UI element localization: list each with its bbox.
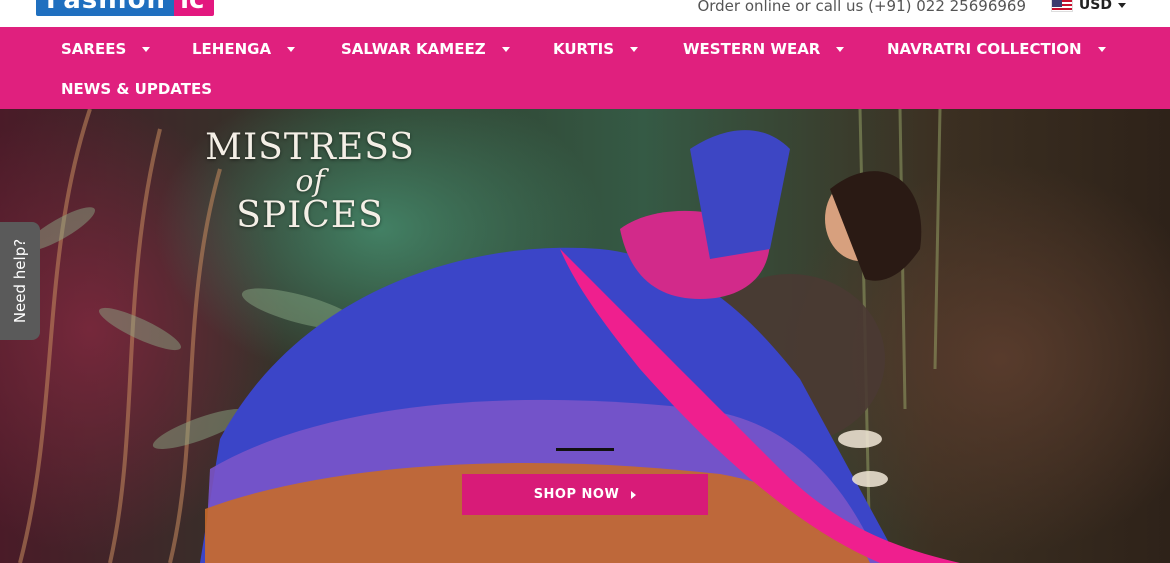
top-bar: Fashion ic Order online or call us (+91)… [0,0,1170,27]
hero-title-line2: of [295,164,325,199]
chevron-down-icon [630,46,639,52]
chevron-down-icon [1118,2,1126,8]
need-help-tab[interactable]: Need help? [0,222,40,340]
chevron-down-icon [836,46,845,52]
chevron-down-icon [287,46,296,52]
currency-selector[interactable]: USD [1050,0,1126,13]
chevron-down-icon [1097,46,1106,52]
nav-item-lehenga[interactable]: LEHENGA [192,40,296,58]
logo-main-text: Fashion [36,0,175,16]
slider-indicator[interactable] [556,448,614,451]
hero-title-line1: MISTRESS [205,127,415,168]
nav-item-label: SAREES [61,40,127,58]
logo-accent-text: ic [174,0,215,16]
site-logo[interactable]: Fashion ic [36,0,215,16]
nav-item-sarees[interactable]: SAREES [61,40,151,58]
chevron-down-icon [142,46,151,52]
nav-item-navratri-collection[interactable]: NAVRATRI COLLECTION [887,40,1106,58]
nav-item-label: SALWAR KAMEEZ [341,40,486,58]
need-help-label: Need help? [11,238,30,324]
nav-item-label: KURTIS [553,40,615,58]
hero-title: MISTRESS of SPICES [205,129,415,235]
chevron-down-icon [501,46,510,52]
nav-item-label: NEWS & UPDATES [61,80,213,98]
nav-item-western-wear[interactable]: WESTERN WEAR [683,40,845,58]
us-flag-icon [1050,0,1073,12]
nav-item-news-updates[interactable]: NEWS & UPDATES [61,80,212,98]
contact-info: Order online or call us (+91) 022 256969… [697,0,1026,15]
nav-item-label: LEHENGA [192,40,272,58]
hero-title-line3: SPICES [236,195,384,236]
hero-banner[interactable]: MISTRESS of SPICES SHOP NOW [0,109,1170,563]
shop-now-button[interactable]: SHOP NOW [462,474,708,515]
main-navigation: SAREES LEHENGA SALWAR KAMEEZ KURTIS WEST… [0,27,1170,109]
nav-item-label: WESTERN WEAR [683,40,821,58]
nav-item-salwar-kameez[interactable]: SALWAR KAMEEZ [341,40,510,58]
shop-now-label: SHOP NOW [533,487,620,502]
currency-label: USD [1078,0,1112,13]
nav-item-kurtis[interactable]: KURTIS [553,40,639,58]
chevron-right-icon [631,490,637,499]
nav-item-label: NAVRATRI COLLECTION [887,40,1082,58]
